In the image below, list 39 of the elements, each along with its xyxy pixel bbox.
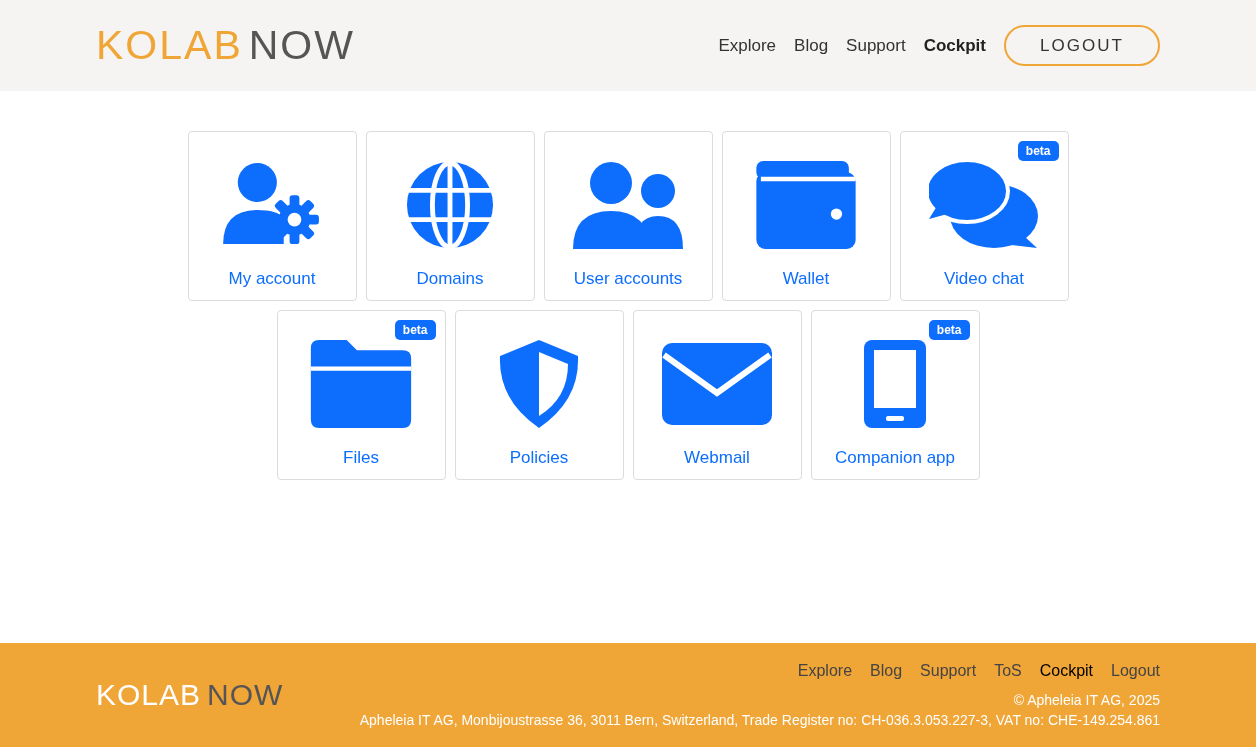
logo[interactable]: KOLAB NOW [96, 25, 355, 66]
nav-link[interactable]: Blog [794, 35, 829, 56]
tile-label: Files [343, 448, 379, 468]
footer-link[interactable]: ToS [994, 662, 1022, 680]
tile-label: Policies [509, 448, 569, 468]
nav-link[interactable]: Cockpit [923, 35, 986, 56]
menu-tile[interactable]: beta Companion app [810, 310, 980, 480]
menu-tile[interactable]: My account [187, 131, 357, 301]
copyright-text: © Apheleia IT AG, 2025 [1013, 692, 1160, 708]
footer-link[interactable]: Support [920, 662, 977, 680]
footer-link[interactable]: Logout [1111, 662, 1160, 680]
tile-label: Companion app [835, 448, 955, 468]
footer-link[interactable]: Explore [797, 662, 853, 680]
footer-link[interactable]: Cockpit [1039, 662, 1094, 680]
tile-label: User accounts [573, 269, 683, 289]
tile-label: Wallet [782, 269, 830, 289]
beta-badge: beta [1017, 141, 1059, 161]
menu-tile[interactable]: Domains [365, 131, 535, 301]
menu-tile[interactable]: User accounts [543, 131, 713, 301]
nav-link[interactable]: Support [846, 35, 906, 56]
menu-tile[interactable]: Wallet [721, 131, 891, 301]
menu-tile[interactable]: Policies [454, 310, 624, 480]
people-icon [573, 161, 683, 249]
footer-logo[interactable]: KOLAB NOW [96, 680, 284, 710]
menu-tile[interactable]: Webmail [632, 310, 802, 480]
tile-label: Webmail [684, 448, 750, 468]
tile-label: My account [228, 269, 316, 289]
logout-button[interactable]: LOGOUT [1004, 25, 1160, 66]
beta-badge: beta [928, 320, 970, 340]
menu-tile[interactable]: beta Video chat [899, 131, 1069, 301]
footer-link[interactable]: Blog [870, 662, 903, 680]
tile-label: Domains [416, 269, 484, 289]
beta-badge: beta [394, 320, 436, 340]
nav-link[interactable]: Explore [718, 35, 777, 56]
company-address: Apheleia IT AG, Monbijoustrasse 36, 3011 Bern, Switzerland, Trade Register no: CH-036.3.053.227-3, VAT no: CHE-149.254.861 [359, 712, 1160, 728]
speech-bubbles-icon [929, 161, 1039, 249]
tile-label: Video chat [944, 269, 1024, 289]
menu-tile[interactable]: beta Files [276, 310, 446, 480]
envelope-icon [662, 340, 772, 428]
